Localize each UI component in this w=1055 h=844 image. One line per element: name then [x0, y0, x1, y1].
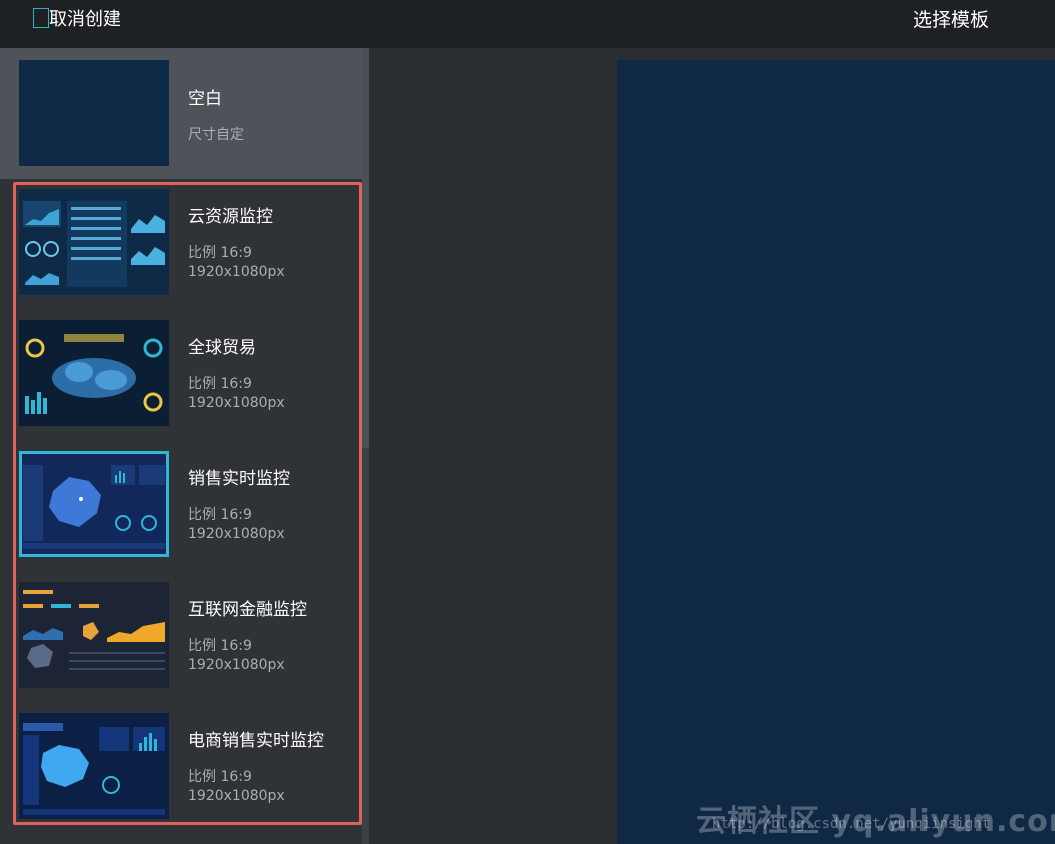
template-item-sales-monitor[interactable]: 销售实时监控 比例 16:9 1920x1080px — [16, 447, 359, 578]
template-item-global-trade[interactable]: 全球贸易 比例 16:9 1920x1080px — [16, 316, 359, 447]
blank-subtitle: 尺寸自定 — [188, 127, 244, 143]
template-size: 1920x1080px — [188, 657, 285, 673]
template-group: 云资源监控 比例 16:9 1920x1080px 全球贸易 比例 16:9 1… — [13, 182, 362, 825]
template-ratio: 比例 16:9 — [188, 507, 252, 523]
template-item-ecommerce-monitor[interactable]: 电商销售实时监控 比例 16:9 1920x1080px — [16, 709, 359, 840]
watermark-url: http://blog.csdn.net/yunqiinsight — [712, 816, 991, 832]
template-item-fintech-monitor[interactable]: 互联网金融监控 比例 16:9 1920x1080px — [16, 578, 359, 709]
template-size: 1920x1080px — [188, 264, 285, 280]
cancel-create-label: 取消创建 — [49, 9, 121, 30]
template-title: 全球贸易 — [188, 338, 256, 358]
template-preview-area — [369, 48, 1055, 844]
blank-title: 空白 — [188, 89, 222, 109]
dashboard-preview-icon — [19, 189, 169, 295]
template-title: 云资源监控 — [188, 207, 273, 227]
blank-thumbnail — [19, 60, 169, 166]
top-bar: 取消创建 选择模板 — [0, 0, 1055, 48]
template-size: 1920x1080px — [188, 395, 285, 411]
template-item-cloud-monitor[interactable]: 云资源监控 比例 16:9 1920x1080px — [16, 185, 359, 316]
template-size: 1920x1080px — [188, 788, 285, 804]
blank-template-item[interactable]: 空白 尺寸自定 — [0, 48, 362, 179]
template-title: 电商销售实时监控 — [188, 731, 324, 751]
template-list-panel: 空白 尺寸自定 云资源监控 比例 16:9 1920x1080px 全球贸易 比… — [0, 48, 369, 844]
template-thumbnail — [19, 451, 169, 557]
template-thumbnail — [19, 713, 169, 819]
page-title: 选择模板 — [913, 9, 990, 31]
template-size: 1920x1080px — [188, 526, 285, 542]
template-title: 销售实时监控 — [188, 469, 290, 489]
cancel-create-button[interactable]: 取消创建 — [33, 6, 121, 30]
template-thumbnail — [19, 582, 169, 688]
world-map-preview-icon — [19, 320, 169, 426]
template-thumbnail — [19, 189, 169, 295]
list-scrollbar-thumb[interactable] — [362, 48, 369, 448]
ecommerce-dashboard-preview-icon — [19, 713, 169, 819]
template-ratio: 比例 16:9 — [188, 376, 252, 392]
china-map-preview-icon — [19, 451, 169, 557]
template-ratio: 比例 16:9 — [188, 245, 252, 261]
template-thumbnail — [19, 320, 169, 426]
template-title: 互联网金融监控 — [188, 600, 307, 620]
template-ratio: 比例 16:9 — [188, 638, 252, 654]
preview-canvas — [617, 60, 1055, 844]
template-ratio: 比例 16:9 — [188, 769, 252, 785]
cancel-checkbox-icon — [33, 8, 49, 28]
finance-dashboard-preview-icon — [19, 582, 169, 688]
